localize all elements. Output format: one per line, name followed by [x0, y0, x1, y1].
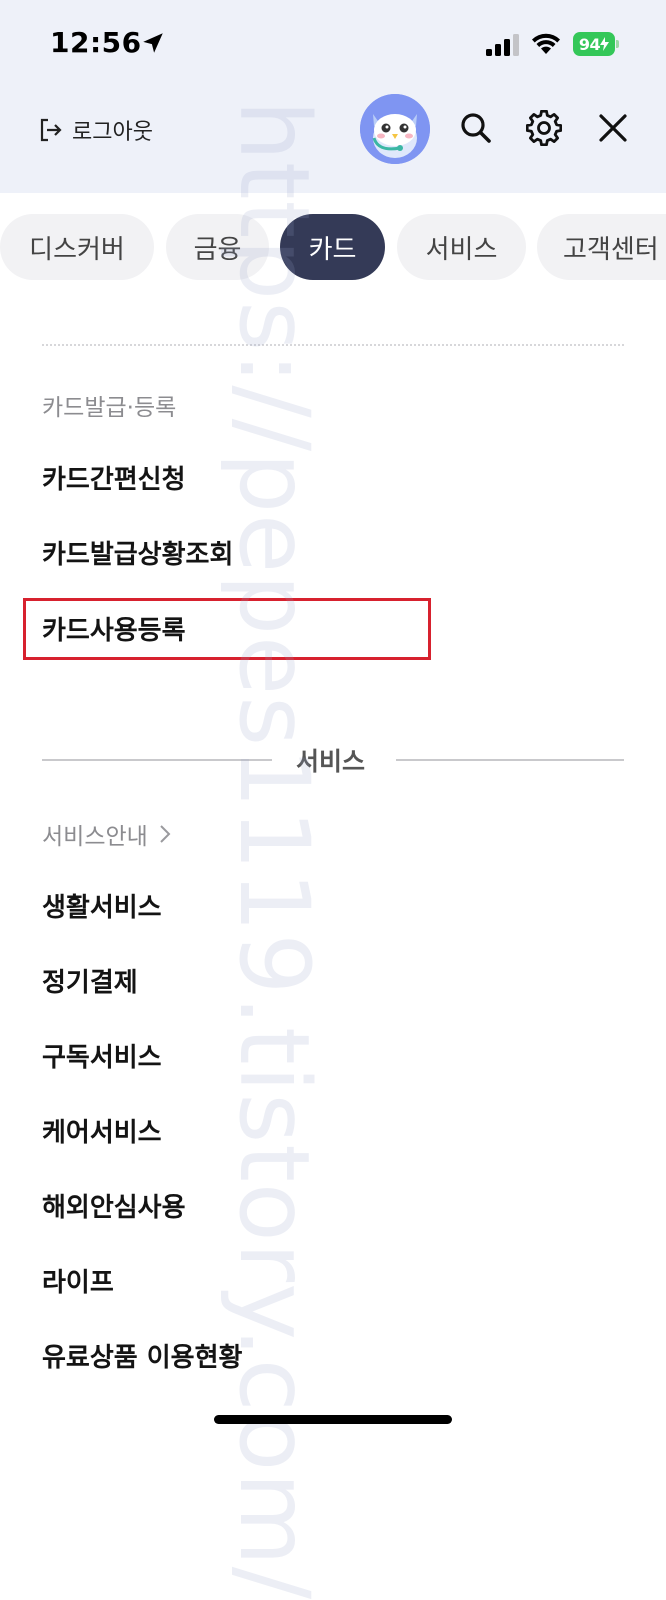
category-tabs: 디스커버 금융 카드 서비스 고객센터 — [0, 214, 666, 282]
menu-item-card-quick-apply[interactable]: 카드간편신청 — [42, 459, 186, 496]
highlight-box — [23, 598, 431, 660]
menu-item-paid-product-status[interactable]: 유료상품 이용현황 — [42, 1337, 242, 1374]
menu-item-overseas-safe-use[interactable]: 해외안심사용 — [42, 1187, 186, 1224]
service-guide-link[interactable]: 서비스안내 — [42, 817, 174, 851]
wifi-icon — [532, 33, 560, 54]
tab-card[interactable]: 카드 — [280, 214, 385, 280]
home-indicator[interactable] — [214, 1415, 452, 1424]
menu-item-life-service[interactable]: 생활서비스 — [42, 887, 162, 924]
tab-finance[interactable]: 금융 — [166, 214, 269, 280]
battery-level: 94 — [573, 32, 615, 56]
dotted-divider — [42, 344, 624, 346]
watermark-text: https://pepes1119.tistory.com/ — [218, 100, 330, 1600]
menu-item-life[interactable]: 라이프 — [42, 1262, 114, 1299]
owl-mascot-icon[interactable] — [360, 94, 430, 164]
battery-percent: 94 — [578, 34, 601, 54]
location-arrow-icon — [143, 33, 163, 53]
logout-icon — [40, 118, 62, 142]
service-section-title: 서비스 — [296, 747, 366, 776]
tab-customer-center[interactable]: 고객센터 — [537, 214, 666, 280]
menu-item-card-issue-status[interactable]: 카드발급상황조회 — [42, 534, 233, 571]
menu-item-care-service[interactable]: 케어서비스 — [42, 1112, 162, 1149]
menu-item-recurring-payment[interactable]: 정기결제 — [42, 962, 138, 999]
tab-service[interactable]: 서비스 — [397, 214, 526, 280]
gear-icon[interactable] — [526, 110, 562, 146]
battery-indicator: 94 — [573, 32, 619, 56]
chevron-right-icon — [160, 825, 171, 843]
close-icon[interactable] — [595, 110, 631, 146]
service-guide-label: 서비스안내 — [42, 824, 148, 850]
battery-cap — [616, 40, 619, 48]
divider-line-right — [396, 759, 624, 761]
status-time: 12:56 — [50, 26, 142, 59]
tab-discover[interactable]: 디스커버 — [0, 214, 154, 280]
logout-label: 로그아웃 — [72, 120, 153, 145]
avatar-image — [360, 94, 430, 164]
card-issue-section-title: 카드발급·등록 — [42, 395, 177, 421]
logout-button[interactable]: 로그아웃 — [38, 114, 153, 146]
charging-bolt-icon — [600, 37, 610, 51]
menu-item-subscription-service[interactable]: 구독서비스 — [42, 1037, 162, 1074]
divider-line-left — [42, 759, 272, 761]
search-icon[interactable] — [458, 110, 494, 146]
cellular-signal-icon — [486, 34, 519, 56]
